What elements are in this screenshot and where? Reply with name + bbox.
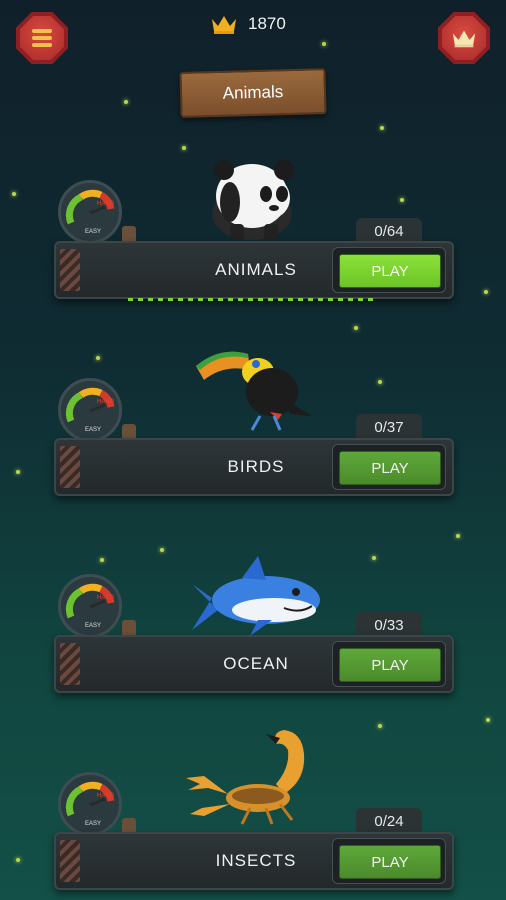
- play-frame: PLAY: [332, 444, 446, 490]
- panel-stripe: [60, 446, 80, 488]
- difficulty-gauge-icon: HARD EASY: [58, 772, 122, 836]
- play-button[interactable]: PLAY: [339, 845, 441, 879]
- category-card-ocean: HARD EASY 0/33 OCEAN PLAY: [0, 540, 506, 740]
- sparkle: [322, 42, 326, 46]
- gauge-hard-label: HARD: [97, 201, 115, 207]
- panda-image: [212, 160, 294, 240]
- gauge-easy-label: EASY: [85, 821, 101, 827]
- difficulty-gauge-icon: HARD EASY: [58, 378, 122, 442]
- category-panel: ANIMALS PLAY: [54, 241, 454, 299]
- play-frame: PLAY: [332, 247, 446, 293]
- panel-stripe: [60, 840, 80, 882]
- progress-count: 0/24: [356, 808, 422, 834]
- progress-count: 0/37: [356, 414, 422, 440]
- category-card-birds: HARD EASY 0/37 BIRDS PLAY: [0, 340, 506, 540]
- gauge-easy-label: EASY: [85, 229, 101, 235]
- scorpion-image: [186, 730, 305, 825]
- category-panel: OCEAN PLAY: [54, 635, 454, 693]
- difficulty-gauge-icon: HARD EASY: [58, 180, 122, 244]
- gauge-easy-label: EASY: [85, 623, 101, 629]
- menu-button[interactable]: [16, 12, 68, 64]
- play-frame: PLAY: [332, 641, 446, 687]
- leaderboard-button[interactable]: [438, 12, 490, 64]
- difficulty-gauge-icon: HARD EASY: [58, 574, 122, 638]
- panel-stripe: [60, 643, 80, 685]
- category-panel: INSECTS PLAY: [54, 832, 454, 890]
- gauge-hard-label: HARD: [97, 793, 115, 799]
- crown-icon: [212, 16, 236, 34]
- sparkle: [380, 126, 384, 130]
- play-button[interactable]: PLAY: [339, 254, 441, 288]
- category-card-insects: HARD EASY 0/24 INSECTS PLAY: [0, 720, 506, 900]
- category-panel: BIRDS PLAY: [54, 438, 454, 496]
- sparkle: [124, 100, 128, 104]
- shark-image: [192, 556, 320, 636]
- progress-dots: [128, 298, 378, 301]
- play-button[interactable]: PLAY: [339, 451, 441, 485]
- play-button[interactable]: PLAY: [339, 648, 441, 682]
- score-value: 1870: [248, 14, 286, 33]
- crown-icon: [452, 30, 476, 48]
- gauge-easy-label: EASY: [85, 427, 101, 433]
- toucan-image: [196, 351, 312, 431]
- gauge-hard-label: HARD: [97, 595, 115, 601]
- category-title-board: Animals: [179, 68, 327, 118]
- score-display: 1870: [210, 12, 286, 36]
- play-frame: PLAY: [332, 838, 446, 884]
- gauge-hard-label: HARD: [97, 399, 115, 405]
- menu-icon: [32, 29, 52, 47]
- category-card-animals: HARD EASY 0/64 ANIMALS PLAY: [0, 150, 506, 350]
- category-title: Animals: [222, 82, 284, 103]
- panel-stripe: [60, 249, 80, 291]
